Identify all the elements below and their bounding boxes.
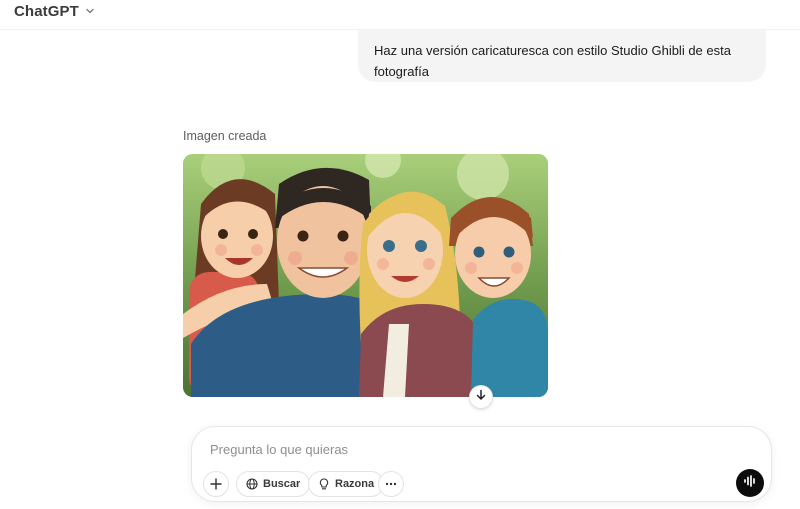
download-image-button[interactable] xyxy=(469,385,493,409)
more-icon xyxy=(385,478,397,490)
top-bar: ChatGPT xyxy=(0,0,800,30)
reason-tool-button[interactable]: Razona xyxy=(308,471,385,497)
image-caption: Imagen creada xyxy=(183,129,267,143)
user-message-bubble: Haz una versión caricaturesca con estilo… xyxy=(358,30,766,82)
globe-icon xyxy=(246,478,258,490)
voice-waveform-icon xyxy=(743,474,757,493)
model-name: ChatGPT xyxy=(14,2,79,20)
chat-page: ChatGPT Haz una versión caricaturesca co… xyxy=(0,0,800,509)
add-attachment-button[interactable] xyxy=(203,471,229,497)
model-switcher[interactable]: ChatGPT xyxy=(14,0,96,22)
plus-icon xyxy=(210,478,222,490)
user-message-text: Haz una versión caricaturesca con estilo… xyxy=(374,43,731,79)
message-composer: Buscar Razona xyxy=(191,426,772,502)
prompt-input[interactable] xyxy=(210,439,730,459)
more-tools-button[interactable] xyxy=(378,471,404,497)
ghibli-family-illustration xyxy=(183,154,548,397)
chevron-down-icon xyxy=(84,5,96,17)
reason-tool-label: Razona xyxy=(335,478,375,490)
search-tool-label: Buscar xyxy=(263,478,301,490)
lightbulb-icon xyxy=(318,478,330,490)
voice-mode-button[interactable] xyxy=(736,469,764,497)
search-tool-button[interactable]: Buscar xyxy=(236,471,311,497)
generated-image[interactable] xyxy=(183,154,548,397)
arrow-down-icon xyxy=(475,388,487,406)
